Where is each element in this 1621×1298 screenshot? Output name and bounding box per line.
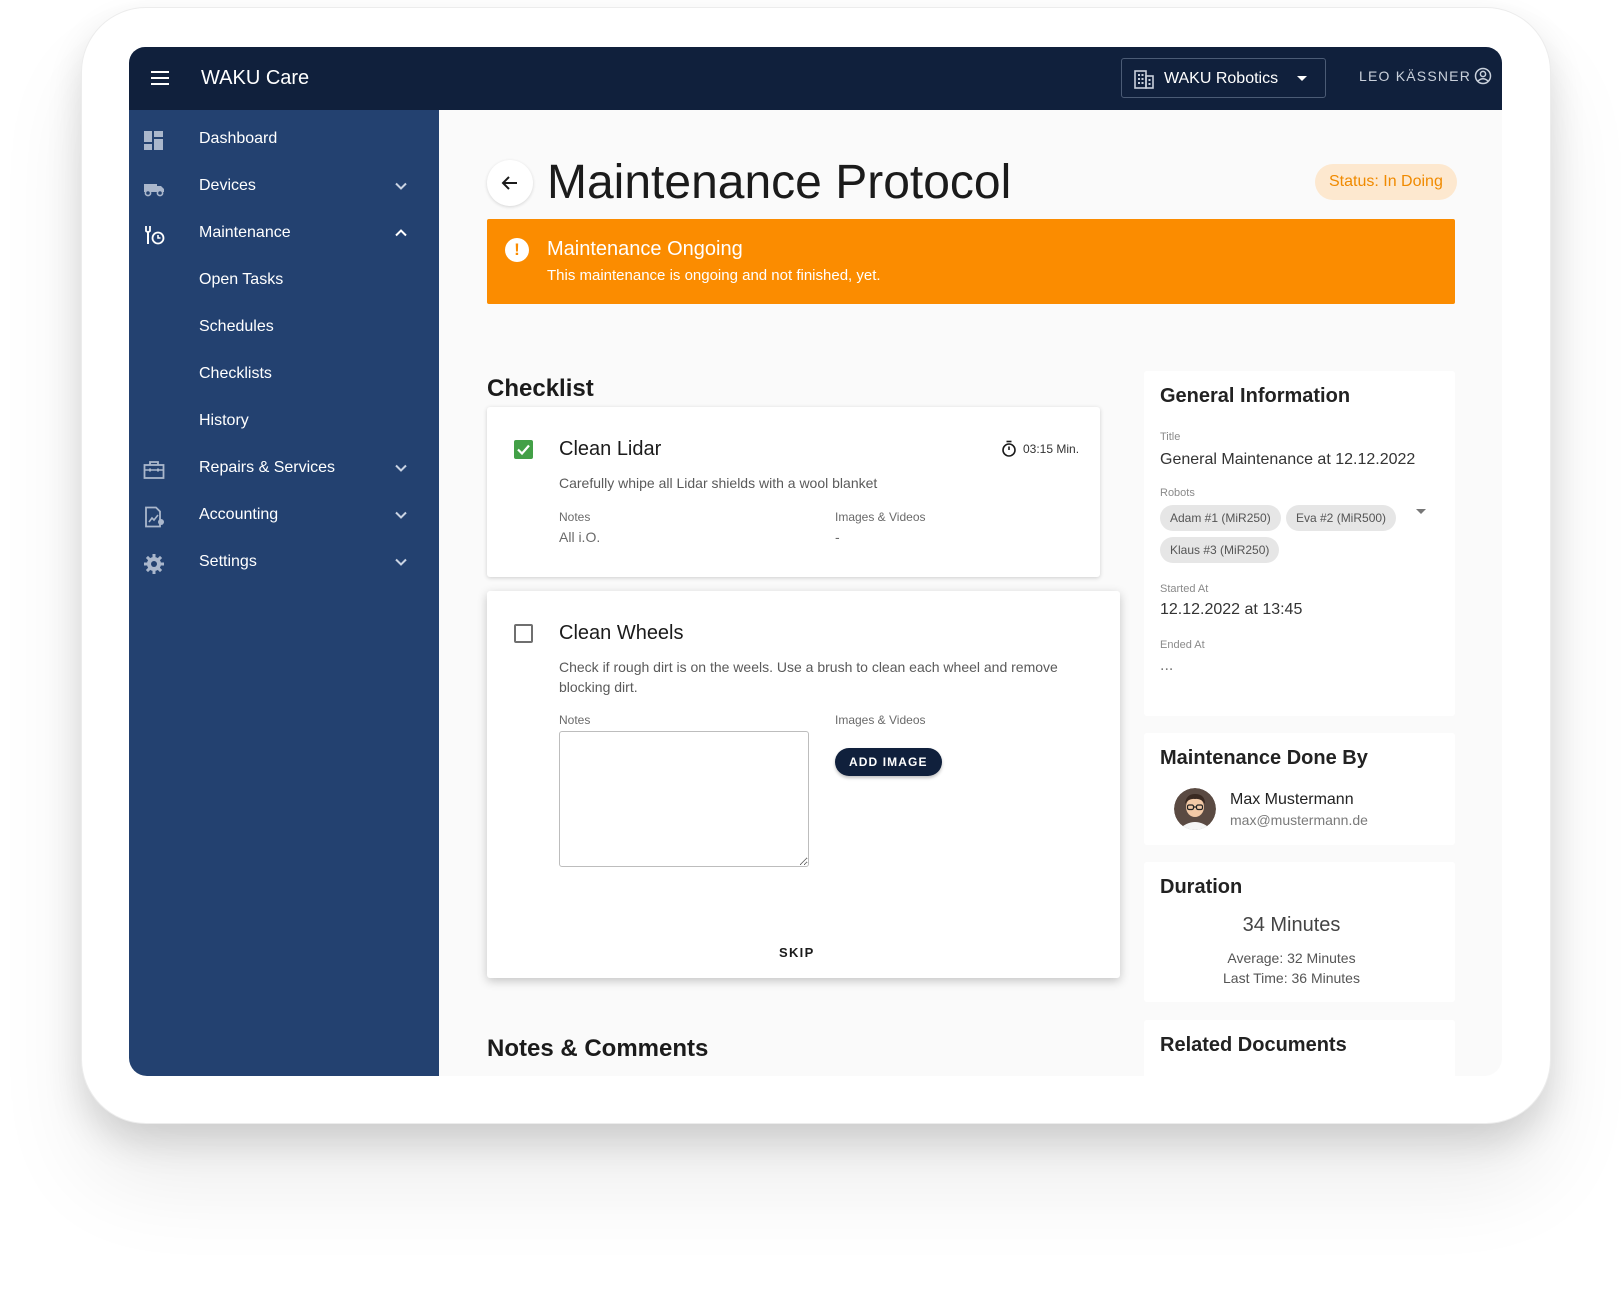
general-information-panel: General Information Title General Mainte…	[1144, 371, 1455, 716]
toolbox-icon	[143, 461, 165, 479]
chevron-up-icon	[395, 229, 407, 237]
task-title: Clean Wheels	[559, 622, 684, 644]
panel-title: Maintenance Done By	[1160, 747, 1368, 769]
organization-select-label: WAKU Robotics	[1164, 70, 1279, 87]
media-label: Images & Videos	[835, 713, 926, 727]
alert-banner: ! Maintenance Ongoing This maintenance i…	[487, 219, 1455, 304]
maintenance-icon	[145, 226, 165, 245]
checkbox-unchecked[interactable]	[514, 624, 533, 643]
organization-select[interactable]: WAKU Robotics	[1121, 58, 1326, 98]
add-image-button[interactable]: ADD IMAGE	[835, 748, 942, 776]
task-description: Check if rough dirt is on the weels. Use…	[559, 659, 1058, 695]
sidebar-item-checklists[interactable]: Checklists	[129, 353, 439, 397]
panel-title: Related Documents	[1160, 1034, 1347, 1056]
accounting-icon	[145, 506, 164, 528]
robot-chip[interactable]: Klaus #3 (MiR250)	[1160, 537, 1280, 563]
chevron-down-icon	[395, 511, 407, 519]
duration-value: 34 Minutes	[1242, 914, 1341, 936]
started-at-label: Started At	[1160, 583, 1209, 595]
panel-title: Duration	[1160, 876, 1243, 898]
app-title: WAKU Care	[201, 67, 310, 89]
media-label: Images & Videos	[835, 510, 926, 524]
task-description: Carefully whipe all Lidar shields with a…	[559, 475, 878, 491]
sidebar-item-label: Settings	[199, 553, 257, 570]
app-screen: WAKU Care WAKU Robotics LEO KÄSSNER Dash…	[129, 47, 1502, 1076]
notes-label: Notes	[559, 713, 591, 727]
title-value: General Maintenance at 12.12.2022	[1160, 451, 1416, 468]
chevron-down-icon	[395, 182, 407, 190]
ended-at-label: Ended At	[1160, 639, 1205, 651]
status-badge: Status: In Doing	[1315, 164, 1457, 200]
arrow-left-icon	[501, 176, 517, 190]
sidebar-item-dashboard[interactable]: Dashboard	[129, 118, 439, 162]
started-at-value: 12.12.2022 at 13:45	[1160, 601, 1303, 618]
dashboard-icon	[144, 131, 163, 150]
sidebar-item-label: Devices	[199, 177, 256, 194]
person-name: Max Mustermann	[1230, 791, 1354, 808]
person-email[interactable]: max@mustermann.de	[1230, 812, 1368, 828]
panel-title: General Information	[1160, 385, 1351, 407]
sidebar-item-label: Repairs & Services	[199, 459, 336, 476]
notes-textarea[interactable]	[559, 731, 809, 867]
skip-button[interactable]: SKIP	[779, 945, 815, 960]
sidebar-item-maintenance[interactable]: Maintenance	[129, 212, 439, 256]
stopwatch-icon	[1002, 440, 1016, 457]
truck-icon	[144, 184, 164, 197]
sidebar-item-label: Maintenance	[199, 224, 291, 241]
sidebar-item-label: Accounting	[199, 506, 279, 523]
checkmark-icon	[517, 444, 530, 456]
ended-at-value: ...	[1160, 657, 1174, 674]
duration-last-time: Last Time: 36 Minutes	[1223, 970, 1360, 986]
robot-chip[interactable]: Eva #2 (MiR500)	[1286, 505, 1397, 531]
sidebar-item-accounting[interactable]: Accounting	[129, 494, 439, 538]
notes-label: Notes	[559, 510, 591, 524]
robots-dropdown-icon[interactable]	[1416, 509, 1426, 514]
notes-value: All i.O.	[559, 529, 601, 545]
sidebar-item-open-tasks[interactable]: Open Tasks	[129, 259, 439, 303]
menu-icon[interactable]	[151, 71, 169, 85]
main-content: Maintenance Protocol Status: In Doing ! …	[439, 110, 1502, 1076]
sidebar-item-label: History	[199, 412, 249, 429]
sidebar-item-settings[interactable]: Settings	[129, 541, 439, 585]
avatar	[1174, 788, 1216, 830]
sidebar-item-devices[interactable]: Devices	[129, 165, 439, 209]
chevron-down-icon	[395, 558, 407, 566]
robot-chip[interactable]: Adam #1 (MiR250)	[1160, 505, 1281, 531]
related-documents-panel: Related Documents	[1144, 1020, 1455, 1076]
checklist-task-card: Clean Lidar 03:15 Min. Carefully whipe a…	[487, 407, 1100, 577]
media-value: -	[835, 529, 840, 545]
account-circle-icon[interactable]	[1474, 67, 1492, 85]
sidebar-item-label: Open Tasks	[199, 271, 284, 288]
sidebar-item-repairs-services[interactable]: Repairs & Services	[129, 447, 439, 491]
sidebar-item-label: Checklists	[199, 365, 272, 382]
caret-down-icon	[1297, 76, 1307, 81]
task-time: 03:15 Min.	[1023, 442, 1080, 456]
alert-message: This maintenance is ongoing and not fini…	[547, 267, 881, 284]
sidebar: Dashboard Devices Maintenance Open Tasks	[129, 110, 439, 1076]
alert-title: Maintenance Ongoing	[547, 238, 743, 260]
sidebar-item-label: Schedules	[199, 318, 274, 335]
checklist-heading: Checklist	[487, 375, 594, 402]
back-button[interactable]	[487, 160, 533, 206]
duration-panel: Duration 34 Minutes Average: 32 Minutes …	[1144, 862, 1455, 1002]
checklist-task-card-active: Clean Wheels Check if rough dirt is on t…	[487, 591, 1120, 978]
user-name[interactable]: LEO KÄSSNER	[1359, 68, 1471, 84]
title-label: Title	[1160, 431, 1181, 443]
alert-exclamation-icon: !	[505, 238, 529, 262]
sidebar-item-history[interactable]: History	[129, 400, 439, 444]
task-title: Clean Lidar	[559, 438, 662, 460]
robots-label: Robots	[1160, 487, 1195, 499]
building-icon	[1134, 70, 1154, 89]
notes-comments-heading: Notes & Comments	[487, 1035, 709, 1062]
gear-icon	[144, 554, 164, 574]
sidebar-item-schedules[interactable]: Schedules	[129, 306, 439, 350]
maintenance-done-by-panel: Maintenance Done By Max Mustermann max@m…	[1144, 733, 1455, 845]
duration-average: Average: 32 Minutes	[1227, 950, 1356, 966]
sidebar-item-label: Dashboard	[199, 130, 278, 147]
page-title: Maintenance Protocol	[547, 156, 1012, 209]
chevron-down-icon	[395, 464, 407, 472]
checkbox-checked[interactable]	[514, 440, 533, 459]
app-bar: WAKU Care WAKU Robotics LEO KÄSSNER	[129, 47, 1502, 110]
